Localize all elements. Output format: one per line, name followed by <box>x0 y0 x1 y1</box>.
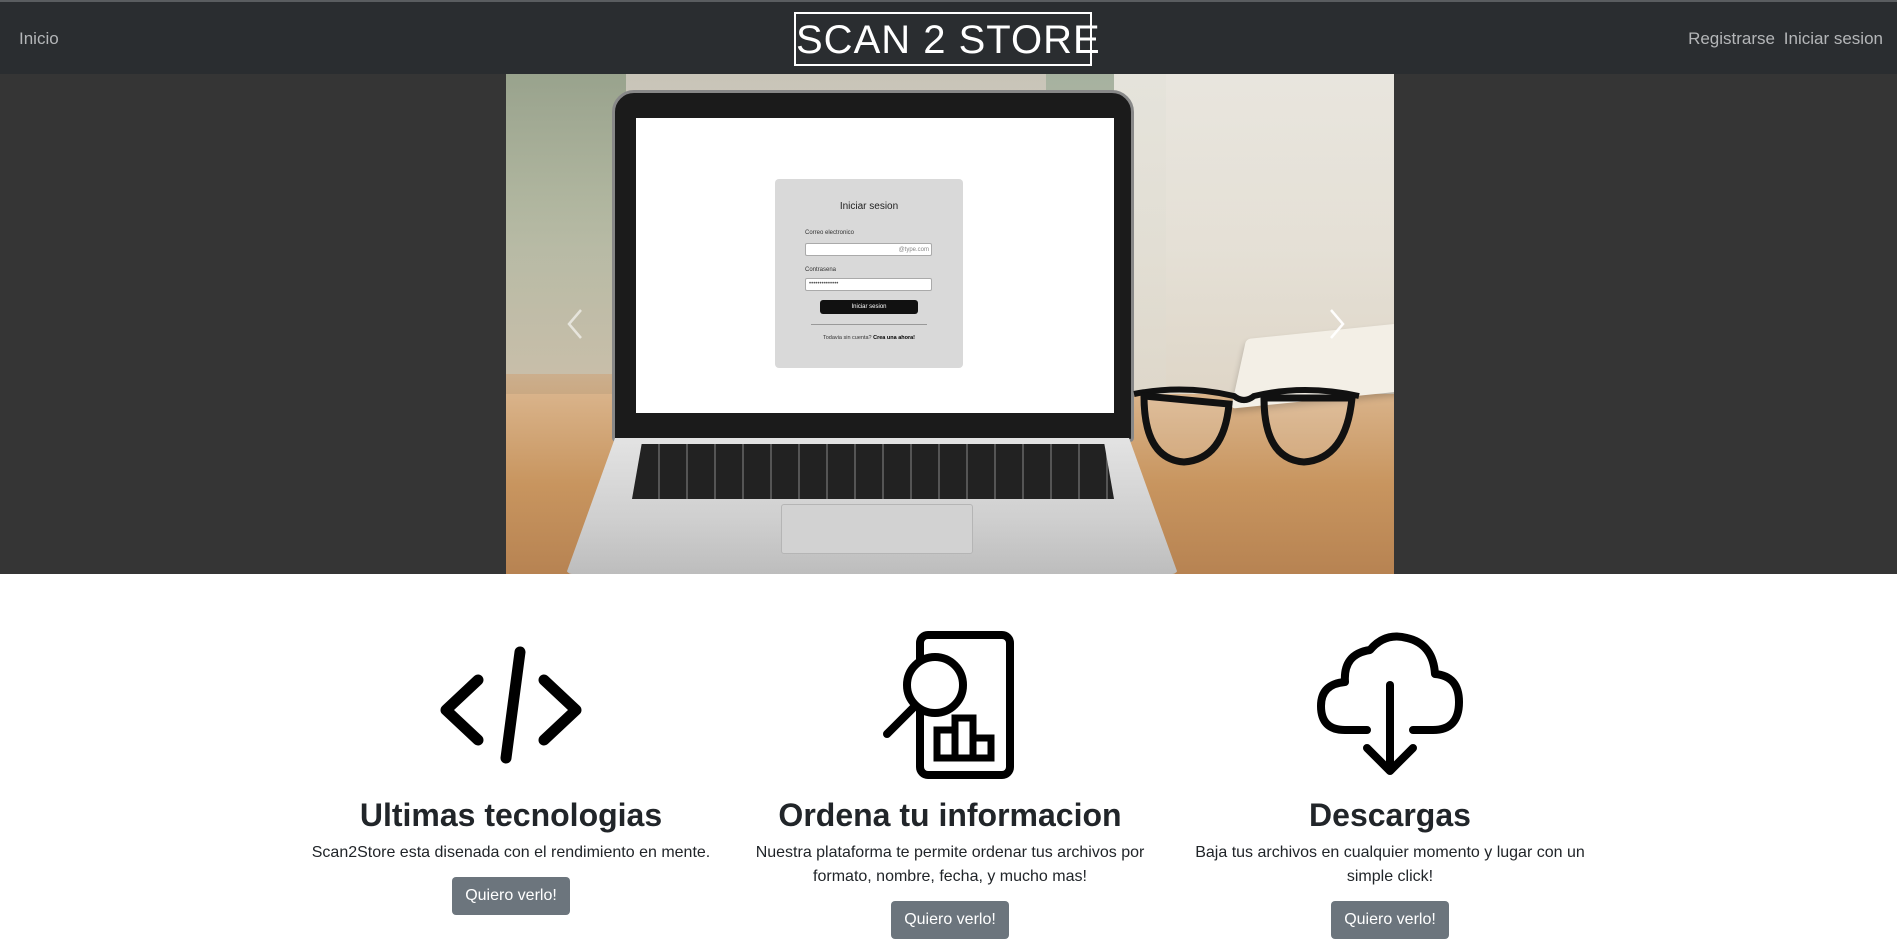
screen-signup-link: Crea una ahora! <box>873 335 916 341</box>
laptop-trackpad <box>781 504 973 554</box>
eyeglasses <box>1133 386 1360 466</box>
document-search-chart-icon <box>883 631 1014 779</box>
cloud-download-icon <box>1317 632 1463 775</box>
chevron-right-icon <box>1330 309 1345 339</box>
feature-downloads: Descargas Baja tus archivos en cualquier… <box>1180 630 1600 939</box>
feature-technology: Ultimas tecnologias Scan2Store esta dise… <box>301 630 721 916</box>
feature-cta-button[interactable]: Quiero verlo! <box>452 877 570 916</box>
nav-register-link[interactable]: Registrarse <box>1688 29 1775 49</box>
carousel-prev-button[interactable] <box>561 304 591 344</box>
carousel-next-button[interactable] <box>1321 304 1351 344</box>
feature-title: Descargas <box>1309 797 1471 833</box>
screen-login-button: Iniciar sesion <box>820 300 918 314</box>
feature-cta-button[interactable]: Quiero verlo! <box>891 901 1009 939</box>
brand-logo[interactable]: SCAN 2 STORE <box>794 12 1100 66</box>
screen-divider <box>811 324 927 325</box>
feature-cta-button[interactable]: Quiero verlo! <box>1331 901 1449 939</box>
carousel-slide-image: Iniciar sesion Correo electronico @type.… <box>506 74 1394 574</box>
chevron-left-icon <box>567 309 582 339</box>
screen-password-input: •••••••••••••• <box>805 278 932 291</box>
screen-email-label: Correo electronico <box>805 230 855 236</box>
screen-signup-text: Todavia sin cuenta? <box>822 335 872 341</box>
feature-description: Scan2Store esta disenada con el rendimie… <box>311 844 711 862</box>
screen-login-card: Iniciar sesion Correo electronico @type.… <box>775 179 963 368</box>
code-icon <box>440 646 582 764</box>
laptop-keyboard <box>632 444 1114 499</box>
carousel: Iniciar sesion Correo electronico @type.… <box>0 74 1897 574</box>
feature-title: Ultimas tecnologias <box>359 797 663 833</box>
screen-signup-prompt: Todavia sin cuenta? Crea una ahora! <box>775 335 963 341</box>
feature-organize: Ordena tu informacion Nuestra plataforma… <box>740 630 1160 939</box>
feature-description: Nuestra plataforma te permite ordenar tu… <box>755 844 1145 886</box>
feature-title: Ordena tu informacion <box>778 797 1122 833</box>
navbar: Inicio SCAN 2 STORE Registrarse Iniciar … <box>0 0 1897 74</box>
screen-email-input: @type.com <box>805 243 932 256</box>
nav-home-link[interactable]: Inicio <box>19 29 59 49</box>
screen-login-title: Iniciar sesion <box>839 201 899 212</box>
feature-description: Baja tus archivos en cualquier momento y… <box>1195 844 1585 886</box>
screen-password-label: Contrasena <box>805 267 837 273</box>
nav-login-link[interactable]: Iniciar sesion <box>1784 29 1883 49</box>
